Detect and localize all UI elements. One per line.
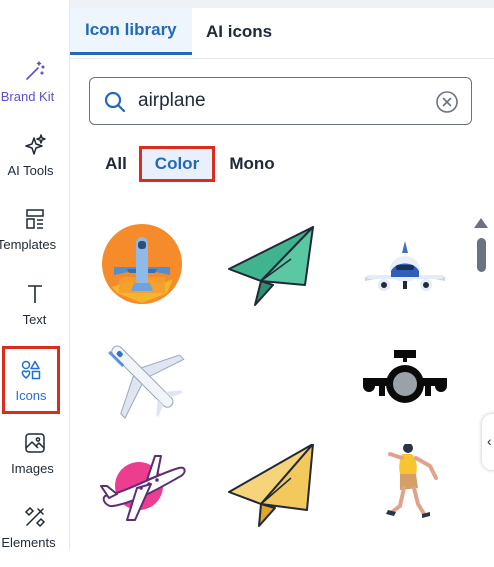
rail-item-brand-kit[interactable]: Brand Kit: [0, 59, 69, 121]
result-icon[interactable]: [97, 444, 187, 534]
templates-icon: [25, 209, 44, 229]
rail-item-images[interactable]: Images: [0, 431, 69, 493]
rail-item-elements[interactable]: Elements: [0, 505, 69, 567]
tab-ai-icons[interactable]: AI icons: [206, 8, 272, 56]
result-icon[interactable]: [360, 332, 450, 422]
rail-item-icons[interactable]: Icons: [2, 346, 60, 414]
result-icon[interactable]: [97, 219, 187, 309]
filter-all[interactable]: All: [103, 146, 129, 182]
scrollbar[interactable]: [474, 218, 488, 550]
magic-wand-icon: [25, 61, 45, 80]
filter-color[interactable]: Color: [139, 146, 215, 182]
shapes-icon: [21, 360, 41, 379]
rail-item-label: Images: [11, 461, 54, 476]
panel-collapse-handle[interactable]: ‹: [482, 414, 494, 470]
tab-icon-library[interactable]: Icon library: [70, 8, 192, 55]
result-icon[interactable]: [97, 332, 187, 422]
result-icon-empty: [225, 332, 315, 422]
paper-plane-green-icon: [228, 226, 314, 306]
airplane-silhouette-icon: [363, 350, 447, 403]
text-icon: [27, 285, 42, 303]
rail-item-label: AI Tools: [7, 163, 54, 178]
rail-item-ai-tools[interactable]: AI Tools: [0, 133, 69, 195]
result-icon[interactable]: [360, 219, 450, 309]
result-icon[interactable]: [360, 444, 450, 534]
image-icon: [24, 433, 45, 453]
sparkles-icon: [24, 134, 46, 155]
rail-item-templates[interactable]: Templates: [0, 207, 69, 269]
icon-results-grid: [70, 212, 494, 550]
paper-plane-yellow-icon: [228, 444, 314, 527]
search-icon: [104, 91, 126, 113]
left-rail: Brand Kit AI Tools Templates Text Icons …: [0, 0, 70, 550]
pink-airplane-icon: [100, 455, 186, 521]
rail-item-label: Brand Kit: [0, 89, 55, 104]
scroll-up-arrow-icon[interactable]: [474, 218, 488, 228]
airplane-badge-icon: [102, 224, 182, 304]
rail-item-label: Text: [22, 312, 47, 327]
rail-item-label: Icons: [15, 387, 47, 403]
running-person-icon: [386, 444, 438, 518]
icon-panel: Icon library AI icons All Color Mono: [70, 0, 494, 550]
rail-item-label: Elements: [1, 535, 56, 550]
airplane-front-view-icon: [365, 241, 445, 291]
result-icon[interactable]: [225, 219, 315, 309]
chevron-left-icon: ‹: [487, 433, 492, 449]
tab-bar: Icon library AI icons: [70, 0, 494, 59]
scrollbar-thumb[interactable]: [477, 238, 486, 272]
clear-icon[interactable]: [435, 90, 459, 114]
filter-bar: All Color Mono: [70, 146, 494, 186]
filter-mono[interactable]: Mono: [227, 146, 277, 182]
result-icon[interactable]: [225, 444, 315, 534]
search-input[interactable]: [138, 86, 418, 116]
rail-item-text[interactable]: Text: [0, 282, 69, 344]
elements-icon: [24, 506, 45, 528]
rail-item-label: Templates: [0, 237, 57, 252]
search-box: [89, 77, 472, 125]
airplane-diagonal-icon: [108, 345, 185, 419]
